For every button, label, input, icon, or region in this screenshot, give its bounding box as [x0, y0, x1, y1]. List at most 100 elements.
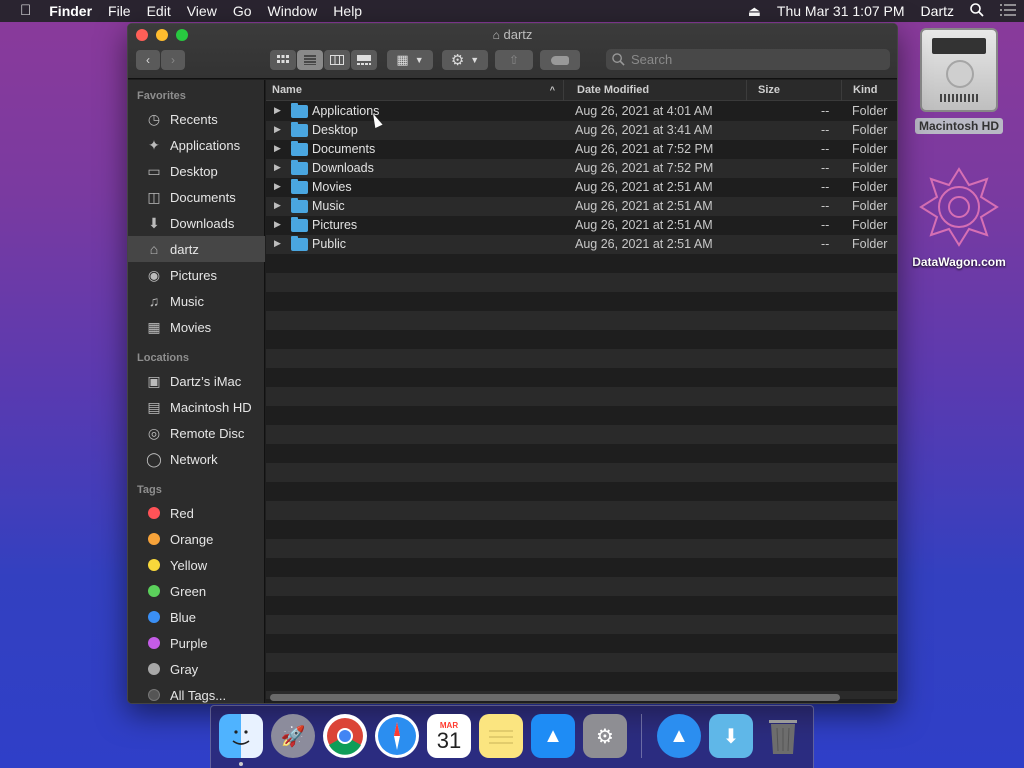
table-row[interactable]: ▶ Pictures Aug 26, 2021 at 2:51 AM -- Folder — [266, 216, 897, 235]
horizontal-scrollbar[interactable] — [270, 694, 840, 701]
menu-window[interactable]: Window — [260, 0, 326, 22]
sidebar-item-label: Gray — [170, 661, 199, 677]
sidebar-item-imac[interactable]: ▣ Dartz’s iMac — [128, 368, 265, 394]
column-header-date[interactable]: Date Modified — [571, 80, 747, 101]
sidebar-tag-green[interactable]: Green — [128, 578, 265, 604]
tags-button[interactable] — [540, 50, 580, 70]
sidebar-tag-red[interactable]: Red — [128, 500, 265, 526]
file-rows: ▶ Applications Aug 26, 2021 at 4:01 AM -- Fo… — [266, 102, 897, 699]
gallery-view-button[interactable] — [351, 50, 377, 70]
spotlight-icon[interactable] — [962, 2, 992, 20]
icon-view-button[interactable] — [270, 50, 296, 70]
sidebar-item-label: Pictures — [170, 267, 217, 283]
menubar-clock[interactable]: Thu Mar 31 1:07 PM — [769, 3, 913, 19]
column-header-name[interactable]: Name ^ — [266, 80, 564, 101]
desktop-datawagon[interactable]: DataWagon.com — [900, 165, 1018, 269]
sort-chevron-icon: ^ — [549, 85, 555, 95]
search-input[interactable] — [631, 52, 831, 67]
desktop-macintosh-hd[interactable]: Macintosh HD — [912, 28, 1006, 134]
disclosure-triangle-icon[interactable]: ▶ — [274, 162, 281, 173]
forward-button[interactable]: › — [161, 50, 185, 70]
calendar-day: 31 — [436, 727, 462, 753]
sidebar-item-macintosh-hd[interactable]: ▤ Macintosh HD — [128, 394, 265, 420]
table-row[interactable]: ▶ Desktop Aug 26, 2021 at 3:41 AM -- Folder — [266, 121, 897, 140]
notification-center-icon[interactable] — [992, 3, 1024, 19]
apple-menu-icon[interactable]:  — [0, 0, 41, 22]
menubar-user[interactable]: Dartz — [913, 3, 962, 19]
table-row[interactable]: ▶ Documents Aug 26, 2021 at 7:52 PM -- Folde… — [266, 140, 897, 159]
sidebar-item-desktop[interactable]: ▭ Desktop — [128, 158, 265, 184]
sidebar-item-documents[interactable]: ◫ Documents — [128, 184, 265, 210]
disclosure-triangle-icon[interactable]: ▶ — [274, 143, 281, 154]
sidebar-section-locations: Locations — [137, 352, 189, 364]
group-by-button[interactable]: ▦ ▼ — [387, 50, 433, 70]
dock-downloads-folder-icon[interactable]: ⬇ — [709, 714, 753, 758]
menu-app-name[interactable]: Finder — [41, 0, 100, 22]
table-row[interactable]: ▶ Public Aug 26, 2021 at 2:51 AM -- Folder — [266, 235, 897, 254]
column-view-button[interactable] — [324, 50, 350, 70]
finder-window: ⌂ dartz ‹ › ▦ ▼ ⚙ ▼ ⇧ Search Favorites ◷… — [127, 23, 898, 704]
column-header-size[interactable]: Size — [752, 80, 842, 101]
share-button[interactable]: ⇧ — [495, 50, 533, 70]
sidebar-item-remote-disc[interactable]: ◎ Remote Disc — [128, 420, 265, 446]
sidebar-tag-yellow[interactable]: Yellow — [128, 552, 265, 578]
sidebar-item-music[interactable]: ♫ Music — [128, 288, 265, 314]
dock-app-store-download-icon[interactable]: ▲ — [657, 714, 701, 758]
sidebar-tag-blue[interactable]: Blue — [128, 604, 265, 630]
sidebar-tag-orange[interactable]: Orange — [128, 526, 265, 552]
disclosure-triangle-icon[interactable]: ▶ — [274, 200, 281, 211]
table-row[interactable]: ▶ Music Aug 26, 2021 at 2:51 AM -- Folder — [266, 197, 897, 216]
window-title: dartz — [503, 27, 533, 42]
gallery-icon — [357, 55, 371, 65]
action-button[interactable]: ⚙ ▼ — [442, 50, 488, 70]
dock-calendar-icon[interactable]: MAR 31 — [427, 714, 471, 758]
sidebar-item-applications[interactable]: ✦ Applications — [128, 132, 265, 158]
tag-color-dot — [148, 637, 160, 649]
dock-chrome-icon[interactable] — [323, 714, 367, 758]
menu-help[interactable]: Help — [325, 0, 370, 22]
menu-edit[interactable]: Edit — [139, 0, 179, 22]
eject-icon[interactable]: ⏏ — [740, 3, 769, 20]
sidebar-tag-gray[interactable]: Gray — [128, 656, 265, 682]
menu-file[interactable]: File — [100, 0, 139, 22]
dock-finder-icon[interactable] — [219, 714, 263, 758]
list-lines-icon — [304, 55, 316, 65]
dock-launchpad-icon[interactable]: 🚀 — [271, 714, 315, 758]
menu-go[interactable]: Go — [225, 0, 260, 22]
sidebar-tag-purple[interactable]: Purple — [128, 630, 265, 656]
list-header: Name ^ Date Modified Size Kind — [266, 80, 897, 101]
sidebar-tag-all[interactable]: All Tags... — [128, 682, 265, 703]
disclosure-triangle-icon[interactable]: ▶ — [274, 124, 281, 135]
disclosure-triangle-icon[interactable]: ▶ — [274, 238, 281, 249]
globe-icon: ◯ — [146, 450, 162, 467]
disclosure-triangle-icon[interactable]: ▶ — [274, 219, 281, 230]
sidebar-item-dartz[interactable]: ⌂ dartz — [128, 236, 265, 262]
menu-view[interactable]: View — [179, 0, 225, 22]
table-row[interactable]: ▶ Movies Aug 26, 2021 at 2:51 AM -- Folder — [266, 178, 897, 197]
list-view-button[interactable] — [297, 50, 323, 70]
sidebar-item-downloads[interactable]: ⬇ Downloads — [128, 210, 265, 236]
dock-app-store-icon[interactable]: ▲ — [531, 714, 575, 758]
sidebar-item-movies[interactable]: ▦ Movies — [128, 314, 265, 340]
disclosure-triangle-icon[interactable]: ▶ — [274, 181, 281, 192]
table-row[interactable]: ▶ Applications Aug 26, 2021 at 4:01 AM -- Fo… — [266, 102, 897, 121]
column-header-kind[interactable]: Kind — [847, 80, 897, 101]
all-tags-icon — [148, 689, 160, 701]
dock-notes-icon[interactable] — [479, 714, 523, 758]
sidebar-item-label: Movies — [170, 319, 212, 335]
back-button[interactable]: ‹ — [136, 50, 160, 70]
search-field[interactable] — [606, 49, 890, 70]
sidebar-item-label: Recents — [170, 111, 218, 127]
sidebar-item-label: Green — [170, 583, 207, 599]
tag-color-dot — [148, 611, 160, 623]
dock-trash-icon[interactable] — [761, 714, 805, 758]
folder-icon — [291, 179, 308, 194]
sidebar-item-network[interactable]: ◯ Network — [128, 446, 265, 472]
table-row[interactable]: ▶ Downloads Aug 26, 2021 at 7:52 PM -- Folde… — [266, 159, 897, 178]
dock-safari-icon[interactable] — [375, 714, 419, 758]
sidebar-item-pictures[interactable]: ◉ Pictures — [128, 262, 265, 288]
dock-system-preferences-icon[interactable]: ⚙ — [583, 714, 627, 758]
sidebar-item-recents[interactable]: ◷ Recents — [128, 106, 265, 132]
folder-icon — [291, 236, 308, 251]
disclosure-triangle-icon[interactable]: ▶ — [274, 105, 281, 116]
